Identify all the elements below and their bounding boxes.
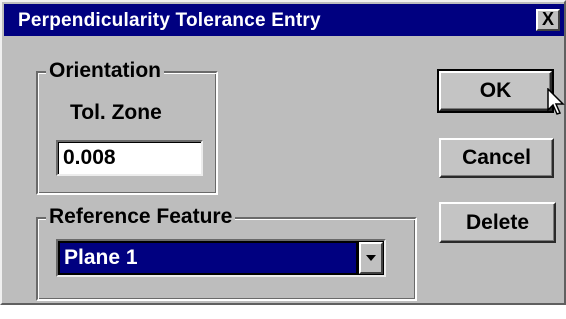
tol-zone-input[interactable]: 0.008 [56, 140, 203, 176]
cancel-button[interactable]: Cancel [439, 138, 554, 178]
dropdown-arrow-button[interactable] [359, 242, 383, 274]
ok-button[interactable]: OK [437, 69, 554, 113]
perpendicularity-dialog: Perpendicularity Tolerance Entry X Orien… [0, 0, 566, 305]
chevron-down-icon [366, 255, 376, 261]
delete-button[interactable]: Delete [439, 202, 556, 243]
window-title: Perpendicularity Tolerance Entry [18, 10, 321, 31]
reference-feature-legend: Reference Feature [46, 204, 236, 230]
orientation-legend: Orientation [46, 58, 165, 84]
title-bar[interactable]: Perpendicularity Tolerance Entry X [4, 4, 564, 36]
close-icon: X [541, 9, 554, 29]
reference-feature-value: Plane 1 [60, 243, 356, 273]
close-button[interactable]: X [536, 9, 560, 31]
tol-zone-label: Tol. Zone [70, 101, 162, 124]
reference-feature-select[interactable]: Plane 1 [56, 239, 386, 277]
mouse-pointer-icon [547, 88, 565, 115]
orientation-group: Orientation [36, 58, 218, 195]
